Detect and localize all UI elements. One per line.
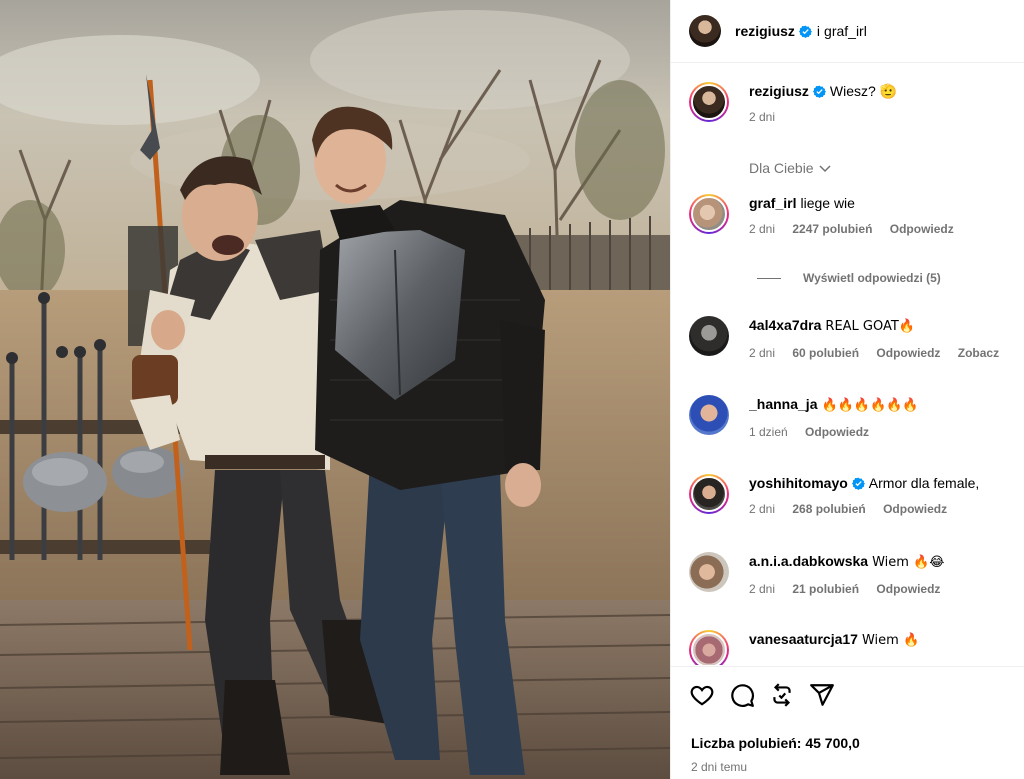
comment-item: graf_irl liege wie 2 dni 2247 polubień Od… [689, 194, 1024, 236]
author-username[interactable]: rezigiusz [735, 23, 795, 39]
verified-badge-icon [798, 25, 812, 38]
translate-button[interactable]: Zobacz [958, 346, 999, 360]
author-connector: i [816, 23, 821, 39]
caption-time: 2 dni [749, 110, 776, 124]
comment-item: 4al4xa7dra REAL GOAT🔥 2 dni 60 polubień O… [689, 316, 1024, 360]
chevron-down-icon [819, 165, 831, 173]
comment-text: 🔥🔥🔥🔥🔥🔥 [821, 398, 919, 413]
reply-button[interactable]: Odpowiedz [883, 502, 947, 516]
comment-time: 2 dni [749, 346, 776, 360]
caption-avatar[interactable] [689, 82, 729, 122]
view-replies-button[interactable]: Wyświetl odpowiedzi (5) [757, 271, 941, 285]
heart-icon[interactable] [689, 682, 715, 708]
commenter-avatar[interactable] [689, 316, 729, 356]
reply-button[interactable]: Odpowiedz [876, 346, 940, 360]
likes-count[interactable]: Liczba polubień: 45 700,0 [691, 735, 860, 751]
comment-time: 2 dni [749, 222, 776, 236]
view-replies-label: Wyświetl odpowiedzi (5) [803, 271, 941, 285]
post-photo[interactable] [0, 0, 670, 779]
share-icon[interactable] [809, 682, 835, 708]
comment-username[interactable]: graf_irl [749, 195, 796, 211]
comment-likes[interactable]: 60 polubień [792, 346, 859, 360]
comment-time: 1 dzień [749, 425, 788, 439]
comment-text: Armor dla female, [868, 475, 980, 491]
comment-username[interactable]: yoshihitomayo [749, 475, 848, 491]
comment-filter-dropdown[interactable]: Dla Ciebie [749, 160, 832, 176]
collaborator-username[interactable]: graf_irl [824, 23, 867, 39]
reply-button[interactable]: Odpowiedz [890, 222, 954, 236]
verified-badge-icon [851, 477, 865, 490]
comment-text: liege wie [800, 195, 855, 211]
comment-item: _hanna_ja 🔥🔥🔥🔥🔥🔥 1 dzień Odpowiedz [689, 395, 1024, 439]
commenter-avatar[interactable] [689, 474, 729, 514]
verified-badge-icon [812, 85, 826, 98]
commenter-avatar[interactable] [689, 395, 729, 435]
commenter-avatar[interactable] [689, 552, 729, 592]
comment-filter-label: Dla Ciebie [749, 160, 814, 176]
caption-username[interactable]: rezigiusz [749, 83, 809, 99]
comment-likes[interactable]: 2247 polubień [792, 222, 872, 236]
comment-username[interactable]: 4al4xa7dra [749, 317, 821, 333]
replies-divider [757, 277, 781, 279]
post-caption: rezigiusz Wiesz? 🫡 2 dni [689, 82, 1024, 124]
comment-icon[interactable] [729, 682, 755, 708]
comment-item: a.n.i.a.dabkowska Wiem 🔥😂 2 dni 21 polubi… [689, 552, 1024, 596]
action-icons [689, 682, 835, 708]
comment-likes[interactable]: 268 polubień [792, 502, 865, 516]
comment-item: yoshihitomayo Armor dla female, 2 dni 268… [689, 474, 1024, 516]
comment-likes[interactable]: 21 polubień [792, 582, 859, 596]
comment-text: Wiem 🔥😂 [872, 555, 945, 570]
post-actions: Liczba polubień: 45 700,0 2 dni temu [671, 666, 1024, 779]
commenter-avatar[interactable] [689, 630, 729, 665]
comments-panel: rezigiusz i graf_irl rezigiusz Wiesz? 🫡 [670, 0, 1024, 779]
comment-username[interactable]: a.n.i.a.dabkowska [749, 553, 868, 569]
comments-list[interactable]: rezigiusz Wiesz? 🫡 2 dni Dla Ciebie graf_ [671, 64, 1024, 665]
reply-button[interactable]: Odpowiedz [876, 582, 940, 596]
author-avatar[interactable] [689, 15, 721, 47]
caption-text: Wiesz? 🫡 [829, 83, 898, 99]
reply-button[interactable]: Odpowiedz [805, 425, 869, 439]
comment-username[interactable]: vanesaaturcja17 [749, 631, 858, 647]
post-date: 2 dni temu [691, 760, 748, 774]
repost-icon[interactable] [769, 682, 795, 708]
post-authors: rezigiusz i graf_irl [735, 23, 867, 39]
commenter-avatar[interactable] [689, 194, 729, 234]
post-header: rezigiusz i graf_irl [671, 0, 1024, 63]
comment-username[interactable]: _hanna_ja [749, 396, 817, 412]
comment-item: vanesaaturcja17 Wiem 🔥 [689, 630, 1024, 665]
comment-text: REAL GOAT🔥 [825, 319, 916, 334]
post-view: rezigiusz i graf_irl rezigiusz Wiesz? 🫡 [0, 0, 1024, 779]
comment-time: 2 dni [749, 502, 776, 516]
comment-time: 2 dni [749, 582, 776, 596]
comment-text: Wiem 🔥 [861, 633, 920, 648]
